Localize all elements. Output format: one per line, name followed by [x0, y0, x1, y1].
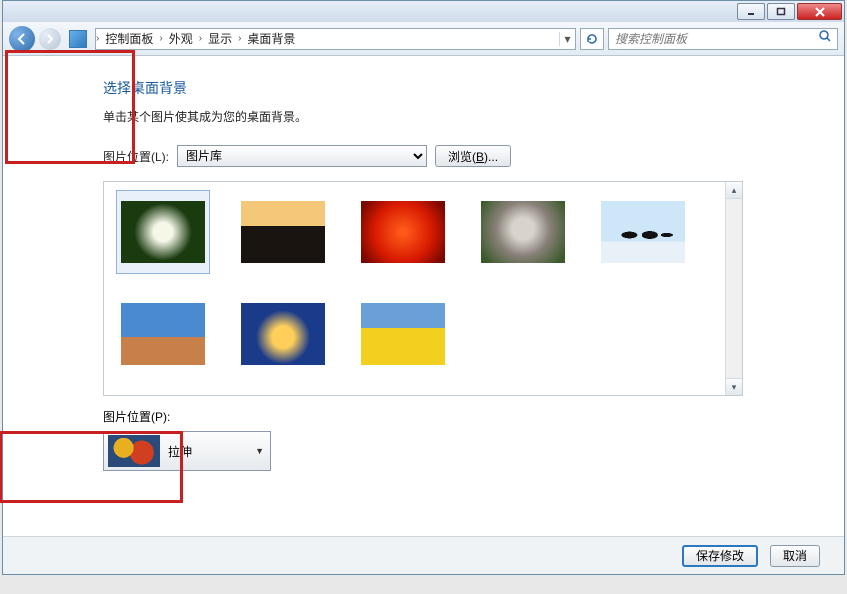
close-button[interactable]	[797, 3, 842, 20]
page-subtitle: 单击某个图片使其成为您的桌面背景。	[103, 108, 816, 125]
thumbnail-jellyfish[interactable]	[236, 292, 330, 376]
page-title: 选择桌面背景	[103, 78, 816, 98]
image-preview	[121, 201, 205, 263]
image-preview	[361, 303, 445, 365]
breadcrumb-item[interactable]: 桌面背景	[241, 30, 301, 47]
thumbnail-koala[interactable]	[476, 190, 570, 274]
breadcrumb-item[interactable]: 控制面板	[99, 30, 159, 47]
chevron-down-icon: ▼	[255, 446, 264, 456]
location-icon	[69, 30, 87, 48]
thumbnail-red-flower[interactable]	[356, 190, 450, 274]
footer: 保存修改 取消	[3, 536, 844, 574]
thumbnail-desert[interactable]	[116, 292, 210, 376]
window-frame: › 控制面板 › 外观 › 显示 › 桌面背景 ▾ 选择桌面背景 单击某个图片使…	[2, 0, 845, 575]
position-value: 拉伸	[168, 443, 192, 460]
minimize-button[interactable]	[737, 3, 765, 20]
thumbnail-panel: ▴ ▾	[103, 181, 743, 396]
navbar: › 控制面板 › 外观 › 显示 › 桌面背景 ▾	[3, 22, 844, 56]
image-location-label: 图片位置(L):	[103, 148, 169, 165]
search-box	[608, 28, 838, 50]
image-location-row: 图片位置(L): 图片库 浏览(B)...	[103, 145, 816, 167]
scroll-down-button[interactable]: ▾	[726, 378, 742, 395]
scrollbar[interactable]: ▴ ▾	[725, 182, 742, 395]
breadcrumb-item[interactable]: 显示	[202, 30, 238, 47]
thumbnail-hydrangea[interactable]	[116, 190, 210, 274]
cancel-button[interactable]: 取消	[770, 545, 820, 567]
breadcrumb-dropdown[interactable]: ▾	[559, 32, 575, 46]
thumbnail-lighthouse[interactable]	[236, 190, 330, 274]
image-preview	[241, 201, 325, 263]
search-icon[interactable]	[813, 29, 837, 48]
image-preview	[121, 303, 205, 365]
search-input[interactable]	[609, 32, 813, 46]
scroll-up-button[interactable]: ▴	[726, 182, 742, 199]
breadcrumb: › 控制面板 › 外观 › 显示 › 桌面背景 ▾	[95, 28, 576, 50]
save-button[interactable]: 保存修改	[682, 545, 758, 567]
refresh-button[interactable]	[580, 28, 604, 50]
nav-forward-button[interactable]	[39, 28, 61, 50]
maximize-button[interactable]	[767, 3, 795, 20]
image-preview	[481, 201, 565, 263]
image-preview	[241, 303, 325, 365]
browse-button[interactable]: 浏览(B)...	[435, 145, 511, 167]
content-area: 选择桌面背景 单击某个图片使其成为您的桌面背景。 图片位置(L): 图片库 浏览…	[3, 56, 844, 536]
nav-back-button[interactable]	[9, 26, 35, 52]
breadcrumb-item[interactable]: 外观	[163, 30, 199, 47]
position-preview-icon	[108, 435, 160, 467]
position-label: 图片位置(P):	[103, 408, 816, 425]
thumbnail-tulips[interactable]	[356, 292, 450, 376]
image-preview	[601, 201, 685, 263]
position-combo[interactable]: 拉伸 ▼	[103, 431, 271, 471]
thumbnail-penguins[interactable]	[596, 190, 690, 274]
titlebar	[3, 1, 844, 22]
thumbnail-grid	[104, 182, 725, 395]
position-section: 图片位置(P): 拉伸 ▼	[103, 408, 816, 471]
image-preview	[361, 201, 445, 263]
image-location-combo[interactable]: 图片库	[177, 145, 427, 167]
